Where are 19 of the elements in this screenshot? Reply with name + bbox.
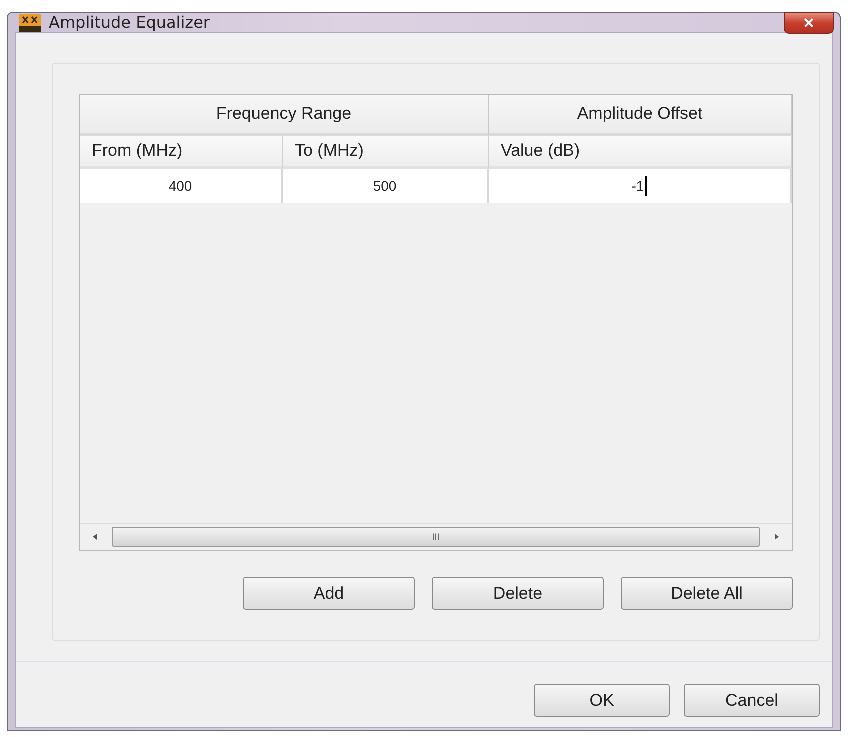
table-action-button[interactable]: Delete [432, 577, 604, 610]
column-header[interactable]: Value (dB) [489, 136, 792, 169]
table-action-button[interactable]: Delete All [621, 577, 793, 610]
close-button[interactable]: × [784, 12, 834, 34]
text-cursor [645, 176, 648, 196]
table-cell: 500 [283, 169, 489, 203]
group-header: Frequency Range [80, 95, 489, 136]
dialog-button[interactable]: OK [534, 684, 670, 717]
dialog-button[interactable]: Cancel [684, 684, 820, 717]
cell-input-field[interactable]: -1 [489, 169, 792, 203]
table-action-button[interactable]: Add [243, 577, 415, 610]
scrollbar-thumb[interactable]: III [112, 527, 760, 547]
column-header[interactable]: To (MHz) [283, 136, 489, 169]
column-header[interactable]: From (MHz) [80, 136, 283, 169]
horizontal-scrollbar[interactable]: III [80, 523, 792, 550]
app-logo-icon [19, 14, 41, 32]
group-header: Amplitude Offset [489, 95, 792, 136]
table-cell: 400 [80, 169, 283, 203]
window-title: Amplitude Equalizer [49, 13, 210, 32]
